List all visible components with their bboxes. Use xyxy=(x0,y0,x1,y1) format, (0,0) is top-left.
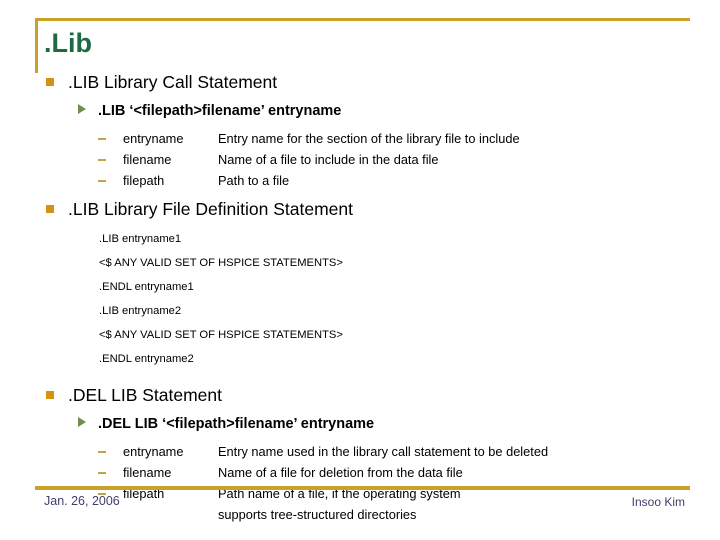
param-term: entryname xyxy=(123,444,184,459)
syntax-line-lib: .LIB ‘<filepath>filename’ entryname xyxy=(0,100,720,122)
param-row: filepath Path to a file xyxy=(0,170,720,191)
square-bullet-icon xyxy=(46,78,54,86)
dash-bullet-icon xyxy=(98,180,106,182)
param-desc: Name of a file to include in the data fi… xyxy=(218,152,439,167)
param-row: filename Name of a file to include in the… xyxy=(0,149,720,170)
footer-author: Insoo Kim xyxy=(631,495,685,509)
section-heading-lib-def: .LIB Library File Definition Statement xyxy=(0,197,720,221)
code-line: <$ ANY VALID SET OF HSPICE STATEMENTS> xyxy=(99,257,343,269)
square-bullet-icon xyxy=(46,391,54,399)
code-line: .ENDL entryname2 xyxy=(99,353,194,365)
title-left-rule xyxy=(35,18,38,73)
title-top-rule xyxy=(35,18,690,21)
code-line: .ENDL entryname1 xyxy=(99,281,194,293)
syntax-label: .LIB ‘<filepath>filename’ entryname xyxy=(98,103,342,119)
section-heading-lib-call: .LIB Library Call Statement xyxy=(0,70,720,94)
param-row: entryname Entry name used in the library … xyxy=(0,441,720,462)
dash-bullet-icon xyxy=(98,451,106,453)
section-heading-label: .DEL LIB Statement xyxy=(68,385,223,405)
slide-body: .LIB Library Call Statement .LIB ‘<filep… xyxy=(0,70,720,525)
param-row: entryname Entry name for the section of t… xyxy=(0,128,720,149)
section-heading-label: .LIB Library File Definition Statement xyxy=(68,199,353,219)
param-desc: Entry name for the section of the librar… xyxy=(218,131,520,146)
footer-rule xyxy=(35,486,690,490)
code-line: <$ ANY VALID SET OF HSPICE STATEMENTS> xyxy=(99,329,343,341)
page-title: .Lib xyxy=(44,28,92,58)
syntax-line-del-lib: .DEL LIB ‘<filepath>filename’ entryname xyxy=(0,413,720,435)
param-term: filename xyxy=(123,152,172,167)
footer-date: Jan. 26, 2006 xyxy=(44,494,120,508)
param-term: filepath xyxy=(123,173,165,188)
param-desc: Path to a file xyxy=(218,173,290,188)
code-line: .LIB entryname2 xyxy=(99,305,182,317)
param-row: filename Name of a file for deletion from… xyxy=(0,462,720,483)
param-desc: Name of a file for deletion from the dat… xyxy=(218,465,463,480)
dash-bullet-icon xyxy=(98,138,106,140)
slide: .Lib .LIB Library Call Statement .LIB ‘<… xyxy=(0,0,720,540)
arrow-bullet-icon xyxy=(78,104,86,114)
square-bullet-icon xyxy=(46,205,54,213)
section-heading-del-lib: .DEL LIB Statement xyxy=(0,383,720,407)
param-term: filename xyxy=(123,465,172,480)
syntax-label: .DEL LIB ‘<filepath>filename’ entryname xyxy=(98,416,375,432)
section-heading-label: .LIB Library Call Statement xyxy=(68,72,278,92)
code-line: .LIB entryname1 xyxy=(99,233,182,245)
param-term: entryname xyxy=(123,131,184,146)
dash-bullet-icon xyxy=(98,159,106,161)
dash-bullet-icon xyxy=(98,472,106,474)
arrow-bullet-icon xyxy=(78,417,86,427)
param-desc: Entry name used in the library call stat… xyxy=(218,444,549,459)
